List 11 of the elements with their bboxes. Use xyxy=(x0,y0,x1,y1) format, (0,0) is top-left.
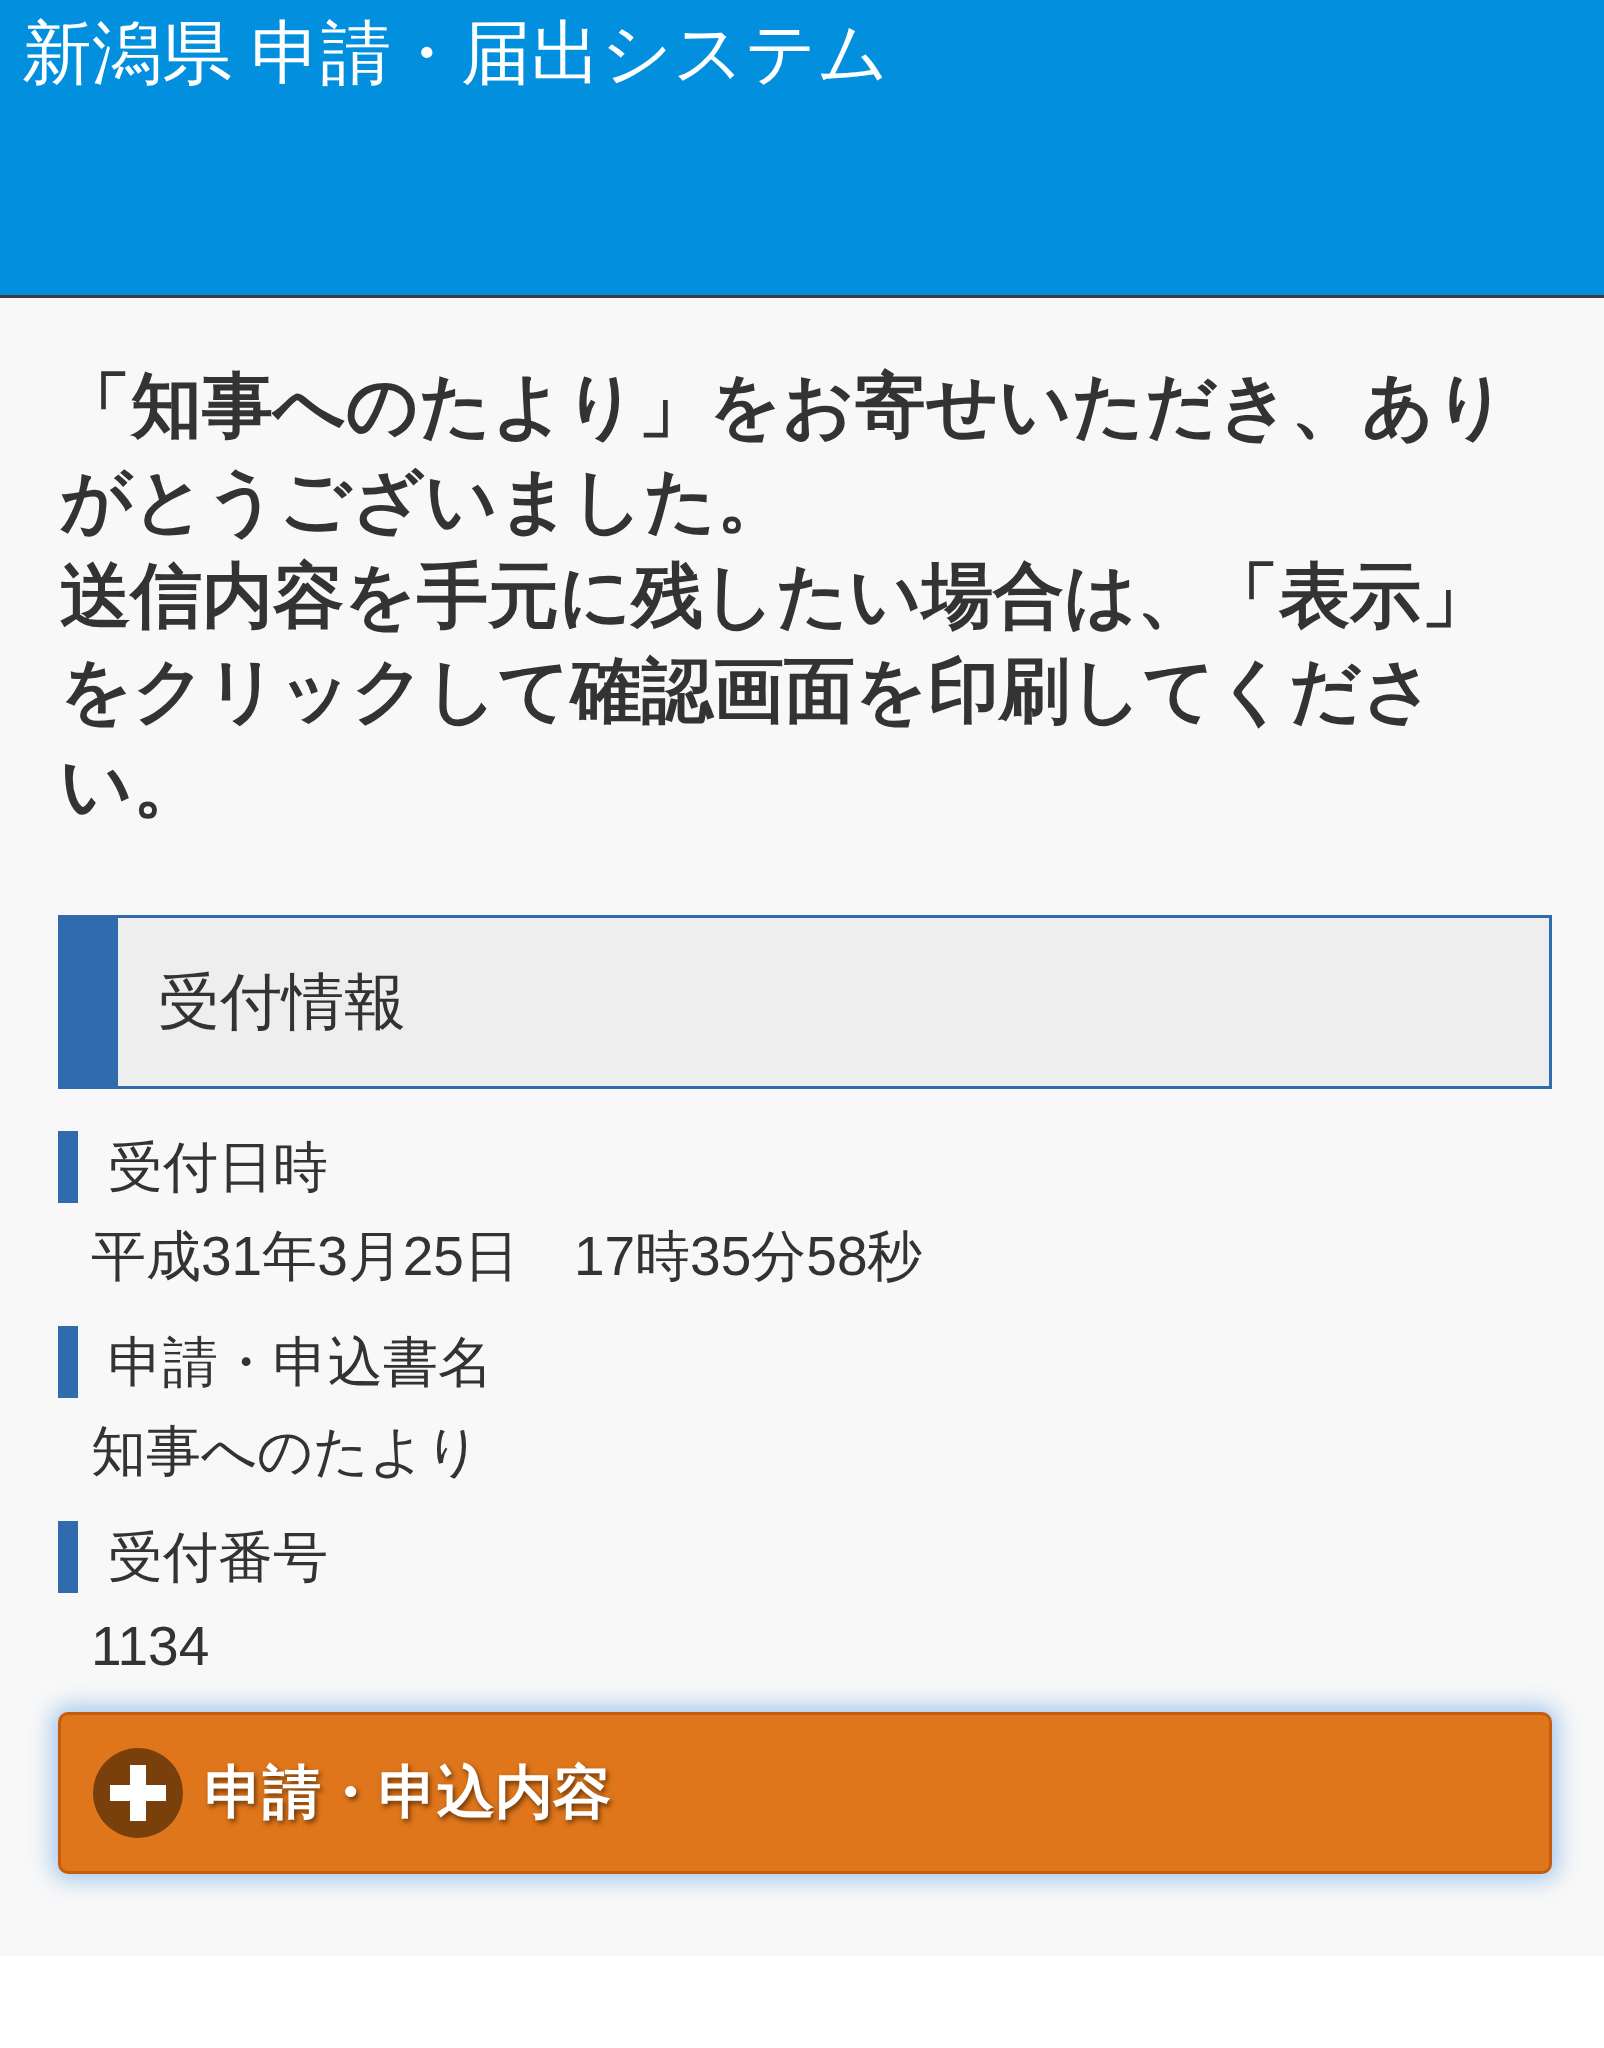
field-label: 受付番号 xyxy=(58,1521,328,1593)
message-text: 送信内容を手元に残したい場合は、「表示」をクリックして確認画面を印刷してください。 xyxy=(60,555,1493,827)
field-value: 1134 xyxy=(91,1614,210,1679)
message-text: 「知事へのたより」をお寄せいただき、ありがとうございました。 xyxy=(60,365,1509,542)
field-value: 平成31年3月25日 17時35分58秒 xyxy=(91,1224,923,1289)
field-label: 受付日時 xyxy=(58,1131,328,1203)
field-label: 申請・申込書名 xyxy=(58,1326,493,1398)
expand-button[interactable]: 申請・申込内容 xyxy=(58,1712,1552,1874)
section-heading: 受付情報 xyxy=(58,915,1552,1089)
site-title: 新潟県 申請・届出システム xyxy=(22,13,890,94)
field-value: 知事へのたより xyxy=(91,1419,481,1484)
